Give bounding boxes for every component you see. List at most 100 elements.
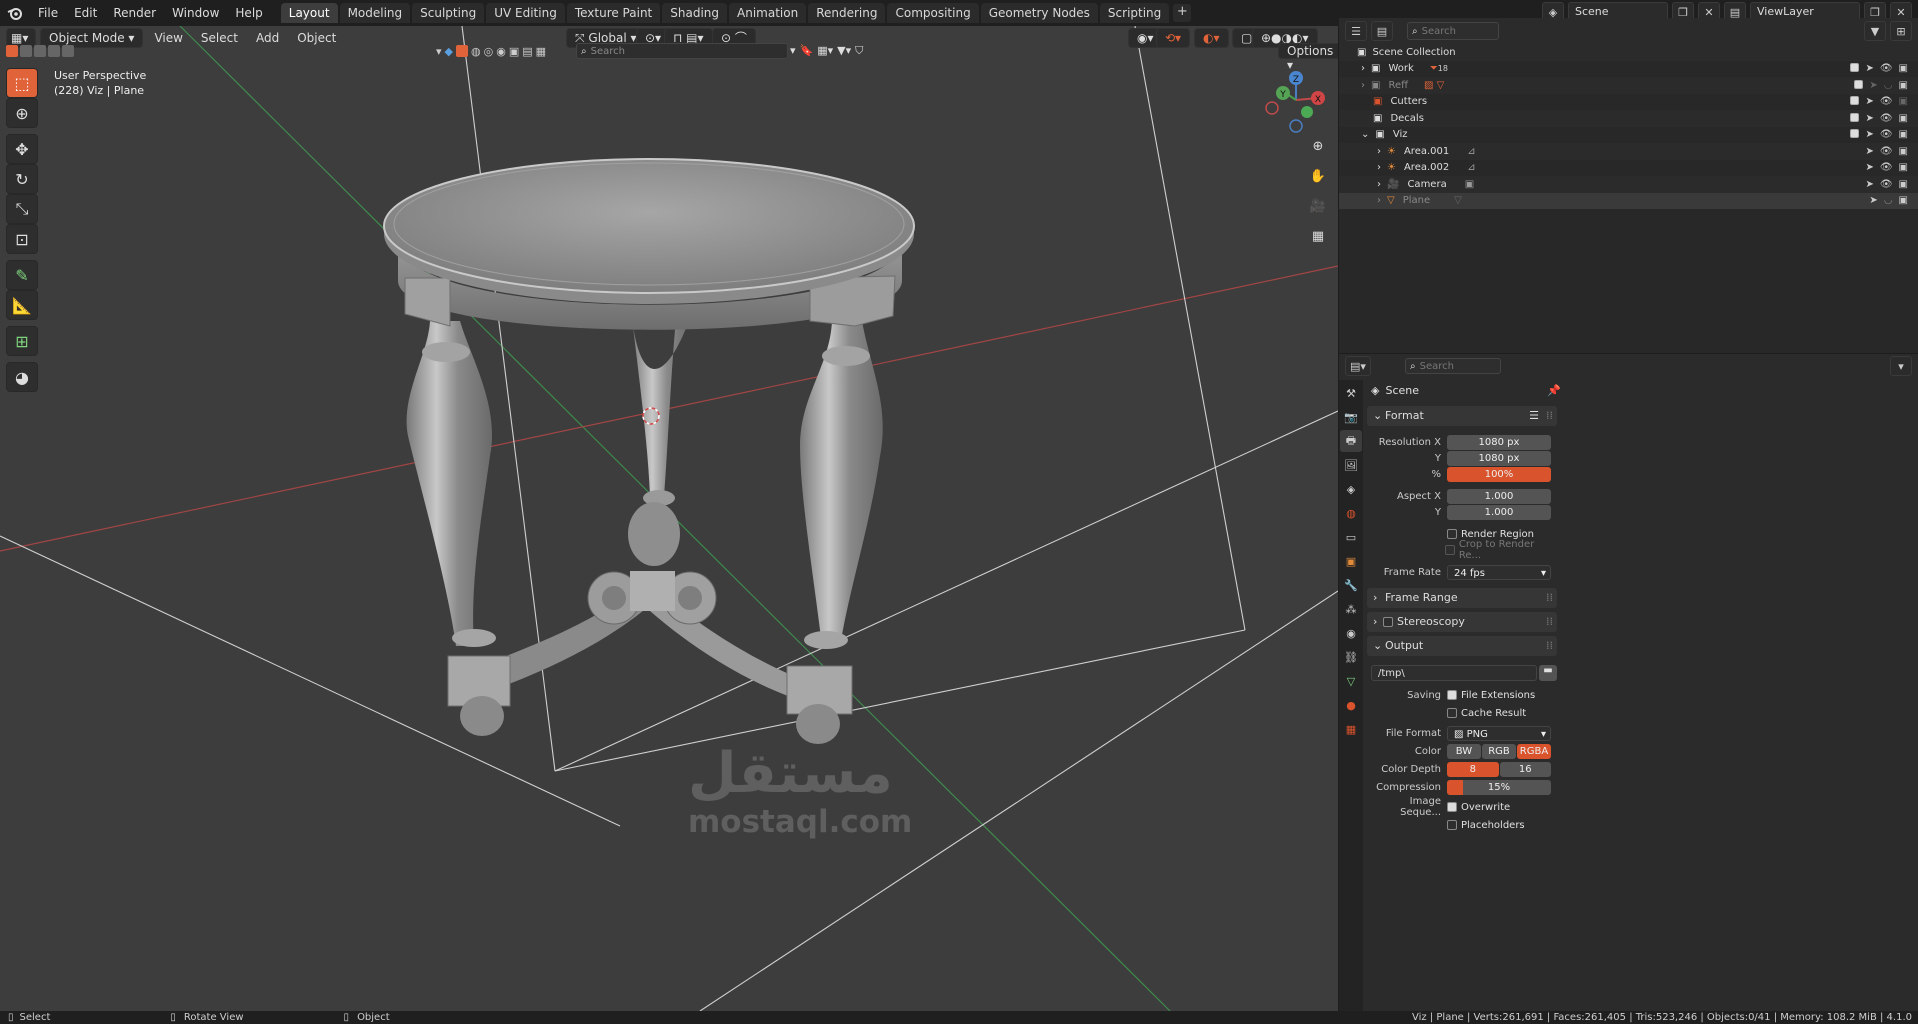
annotate-tool[interactable]: ✎ <box>6 260 38 290</box>
eye-icon[interactable]: 👁 <box>1880 129 1893 140</box>
menu-help[interactable]: Help <box>227 0 270 26</box>
render-camera-icon[interactable]: ▣ <box>1899 195 1908 206</box>
tab-rendering[interactable]: Rendering <box>808 3 886 23</box>
constraints-tab-icon[interactable]: ⛓ <box>1340 646 1362 668</box>
tool-tab-icon[interactable]: ⚒ <box>1340 382 1362 404</box>
material-tab-icon[interactable]: ● <box>1340 694 1362 716</box>
mesh-filter-icon[interactable]: ◍ <box>471 45 481 58</box>
frame-range-panel-header[interactable]: › Frame Range ⁞⁞ <box>1367 588 1557 608</box>
aspect-y-field[interactable]: 1.000 <box>1447 504 1551 520</box>
outliner-row-work[interactable]: › ▣ Work ⏷ 18 ➤ 👁 ▣ <box>1339 61 1918 78</box>
select-arrow-icon[interactable]: ➤ <box>1865 146 1873 157</box>
new-collection-icon[interactable]: ⊞ <box>1890 21 1912 41</box>
render-camera-icon[interactable]: ▣ <box>1899 162 1908 173</box>
eye-icon[interactable]: 👁 <box>1880 113 1893 124</box>
render-camera-icon[interactable]: ▣ <box>1899 113 1908 124</box>
scene-tab-icon[interactable]: ◈ <box>1340 478 1362 500</box>
drag-handle-icon[interactable]: ⁞⁞ <box>1546 612 1553 632</box>
zoom-icon[interactable]: ⊕ <box>1306 134 1330 158</box>
stereoscopy-checkbox[interactable] <box>1383 617 1393 627</box>
empty-filter-icon[interactable]: ▤ <box>522 45 532 58</box>
outliner-row-plane[interactable]: › ▽ Plane ▽ ➤ ◡ ▣ <box>1339 192 1918 209</box>
color-depth-8-button[interactable]: 8 <box>1447 761 1499 777</box>
texture-tab-icon[interactable]: ▦ <box>1340 718 1362 740</box>
expand-icon[interactable]: › <box>1377 162 1381 173</box>
select-intersect-icon[interactable] <box>62 45 74 57</box>
curve-filter-icon[interactable]: ◎ <box>484 45 494 58</box>
tab-layout[interactable]: Layout <box>280 3 338 23</box>
properties-editor-icon[interactable]: ▤▾ <box>1345 356 1371 376</box>
placeholders-checkbox[interactable] <box>1447 820 1457 830</box>
render-camera-icon[interactable]: ▣ <box>1899 63 1908 74</box>
overwrite-checkbox[interactable] <box>1447 802 1457 812</box>
extra-tool[interactable]: ◕ <box>6 362 38 392</box>
file-extensions-checkbox[interactable] <box>1447 690 1457 700</box>
select-subtract-icon[interactable] <box>34 45 46 57</box>
other-filter-icon[interactable]: ▦ <box>536 45 546 58</box>
light-filter-icon[interactable]: ◉ <box>496 45 506 58</box>
color-rgba-button[interactable]: RGBA <box>1517 743 1551 759</box>
expand-icon[interactable]: › <box>1377 146 1381 157</box>
crop-region-row[interactable]: Crop to Render Re... <box>1367 539 1557 561</box>
eye-closed-icon[interactable]: ◡ <box>1884 195 1893 206</box>
drag-handle-icon[interactable]: ⁞⁞ <box>1546 588 1553 608</box>
output-path-field[interactable]: /tmp\ <box>1371 665 1537 681</box>
outliner-row-reff[interactable]: › ▣ Reff ▨ ▽ ➤ ◡ ▣ <box>1339 77 1918 94</box>
tab-compositing[interactable]: Compositing <box>887 3 979 23</box>
outliner-search[interactable]: ⌕ Search <box>1407 22 1499 40</box>
placeholders-row[interactable]: Placeholders <box>1367 816 1557 834</box>
bookmark-icon[interactable]: 🔖 <box>800 44 814 58</box>
expand-icon[interactable]: › <box>1377 195 1381 206</box>
select-arrow-icon[interactable]: ➤ <box>1865 113 1873 124</box>
select-arrow-icon[interactable]: ➤ <box>1865 63 1873 74</box>
tab-scripting[interactable]: Scripting <box>1099 3 1170 23</box>
frame-rate-dropdown[interactable]: 24 fps ▾ <box>1447 564 1551 580</box>
resolution-percent-field[interactable]: 100% <box>1447 466 1551 482</box>
pin-icon[interactable]: 📌 <box>1547 384 1561 397</box>
render-camera-icon[interactable]: ▣ <box>1899 129 1908 140</box>
add-workspace-button[interactable]: + <box>1173 4 1192 22</box>
select-extend-icon[interactable] <box>20 45 32 57</box>
properties-options-icon[interactable]: ▾ <box>1890 356 1912 376</box>
collection-tab-icon[interactable]: ▭ <box>1340 526 1362 548</box>
render-camera-icon[interactable]: ▣ <box>1899 146 1908 157</box>
expand-icon[interactable]: › <box>1361 80 1365 91</box>
menu-edit[interactable]: Edit <box>66 0 105 26</box>
crop-region-checkbox[interactable] <box>1445 545 1455 555</box>
stereoscopy-panel-header[interactable]: › Stereoscopy ⁞⁞ <box>1367 612 1557 632</box>
select-arrow-icon[interactable]: ➤ <box>1865 179 1873 190</box>
rotate-tool[interactable]: ↻ <box>6 164 38 194</box>
shield-icon[interactable]: ⛉ <box>855 44 863 58</box>
eye-closed-icon[interactable]: ◡ <box>1884 80 1893 91</box>
color-rgb-button[interactable]: RGB <box>1482 743 1516 759</box>
tab-texture-paint[interactable]: Texture Paint <box>566 3 661 23</box>
move-tool[interactable]: ✥ <box>6 134 38 164</box>
outliner-editor-icon[interactable]: ☰ <box>1345 21 1367 41</box>
transform-tool[interactable]: ⊡ <box>6 224 38 254</box>
eye-icon[interactable]: 👁 <box>1880 63 1893 74</box>
color-bw-button[interactable]: BW <box>1447 743 1481 759</box>
eye-icon[interactable]: 👁 <box>1880 96 1893 107</box>
exclude-checkbox[interactable] <box>1850 96 1860 106</box>
select-arrow-icon[interactable]: ➤ <box>1869 195 1877 206</box>
tab-shading[interactable]: Shading <box>662 3 727 23</box>
layout-icon[interactable]: ▦▾ <box>817 44 833 58</box>
modifier-tab-icon[interactable]: 🔧 <box>1340 574 1362 596</box>
select-invert-icon[interactable] <box>48 45 60 57</box>
folder-icon[interactable]: ▬ <box>1539 665 1557 681</box>
outliner-row-decals[interactable]: ▣ Decals ➤ 👁 ▣ <box>1339 110 1918 127</box>
tab-animation[interactable]: Animation <box>729 3 807 23</box>
presets-icon[interactable]: ☰ <box>1529 406 1539 426</box>
data-tab-icon[interactable]: ▽ <box>1340 670 1362 692</box>
exclude-checkbox[interactable] <box>1850 129 1860 139</box>
camera-filter-icon[interactable]: ▣ <box>509 45 519 58</box>
properties-search[interactable]: ⌕ Search <box>1405 358 1501 374</box>
collapse-icon[interactable]: ⌄ <box>1361 129 1369 140</box>
select-arrow-icon[interactable]: ➤ <box>1865 129 1873 140</box>
format-panel-header[interactable]: ⌄ Format ☰ ⁞⁞ <box>1367 406 1557 426</box>
menu-file[interactable]: File <box>30 0 66 26</box>
filter-icon[interactable]: ▼▾ <box>837 44 851 58</box>
eye-icon[interactable]: 👁 <box>1880 162 1893 173</box>
table-model[interactable] <box>383 158 915 744</box>
render-camera-icon[interactable]: ▣ <box>1899 179 1908 190</box>
